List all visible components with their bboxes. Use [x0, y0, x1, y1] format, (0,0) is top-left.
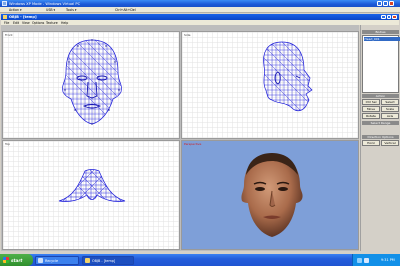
vpc-window-title: Windows XP Mode - Windows Virtual PC [9, 1, 81, 6]
menu-ctrl-alt-del[interactable]: Ctrl+Alt+Del [115, 8, 136, 12]
viewport-area: Front Side Top Perspective [1, 25, 359, 251]
select-range-header: Select Range [362, 121, 399, 125]
horiz-button[interactable]: Horiz [362, 140, 380, 146]
action-header: Action [362, 94, 399, 98]
bodies-list[interactable]: Head_001 [362, 35, 400, 93]
app-icon [85, 258, 90, 264]
bodies-header: Bodies [362, 30, 399, 34]
bodies-list-item[interactable]: Head_001 [363, 36, 400, 41]
volume-icon[interactable] [364, 257, 369, 263]
menu-action[interactable]: Action ▾ [9, 8, 22, 12]
front-wireframe-head [62, 39, 122, 125]
menu-usb[interactable]: USB ▾ [46, 8, 55, 12]
windows-logo-icon [3, 257, 9, 263]
minimize-icon[interactable] [377, 1, 382, 6]
scale-button[interactable]: Scale [381, 106, 399, 112]
top-viewport[interactable]: Top [2, 140, 180, 250]
system-tray: 9:31 PM [352, 254, 400, 266]
rotate-button[interactable]: Rotate [362, 113, 380, 119]
app-close-icon[interactable] [392, 14, 397, 20]
taskbar-item-label: Recycle [45, 259, 59, 264]
app-icon [3, 15, 7, 19]
direction-options-header: Direction Options [362, 135, 399, 139]
move-button[interactable]: Move [362, 106, 380, 112]
front-viewport[interactable]: Front [2, 31, 180, 139]
ctrl-sel-button[interactable]: Ctrl Sel [362, 99, 380, 105]
select-button[interactable]: Select [381, 99, 399, 105]
side-viewport[interactable]: Side [181, 31, 359, 139]
recycle-bin-icon [38, 258, 43, 264]
close-icon[interactable] [389, 1, 394, 6]
start-label: start [11, 257, 23, 263]
right-tool-panel: Bodies Head_001 Action Ctrl Sel Select M… [360, 25, 400, 251]
top-wireframe-head [58, 169, 126, 202]
side-wireframe-head [263, 41, 313, 112]
start-button[interactable]: start [0, 254, 33, 266]
menu-tools[interactable]: Tools ▾ [66, 8, 76, 12]
perspective-viewport[interactable]: Perspective [181, 140, 359, 250]
app-maximize-icon[interactable] [386, 14, 392, 20]
taskbar-item-label: OBJB - [temp] [92, 259, 116, 264]
virtual-pc-icon [2, 1, 7, 6]
clock[interactable]: 9:31 PM [381, 258, 395, 262]
network-icon[interactable] [357, 257, 362, 263]
vertical-button[interactable]: Vertical [381, 140, 399, 146]
taskbar-item-objb[interactable]: OBJB - [temp] [82, 255, 134, 265]
rendered-head-model [241, 153, 303, 237]
taskbar-item-recycle[interactable]: Recycle [35, 255, 79, 265]
vpc-menu-bar: Action ▾ USB ▾ Tools ▾ Ctrl+Alt+Del [0, 7, 400, 13]
app-minimize-icon[interactable] [381, 14, 386, 20]
maximize-icon[interactable] [383, 1, 388, 6]
vpc-title-bar[interactable]: Windows XP Mode - Windows Virtual PC [0, 0, 400, 7]
taskbar: start Recycle OBJB - [temp] 9:31 PM [0, 254, 400, 266]
app-window-title: OBJB - [temp] [9, 15, 37, 20]
axis-button[interactable]: Axis [381, 113, 399, 119]
